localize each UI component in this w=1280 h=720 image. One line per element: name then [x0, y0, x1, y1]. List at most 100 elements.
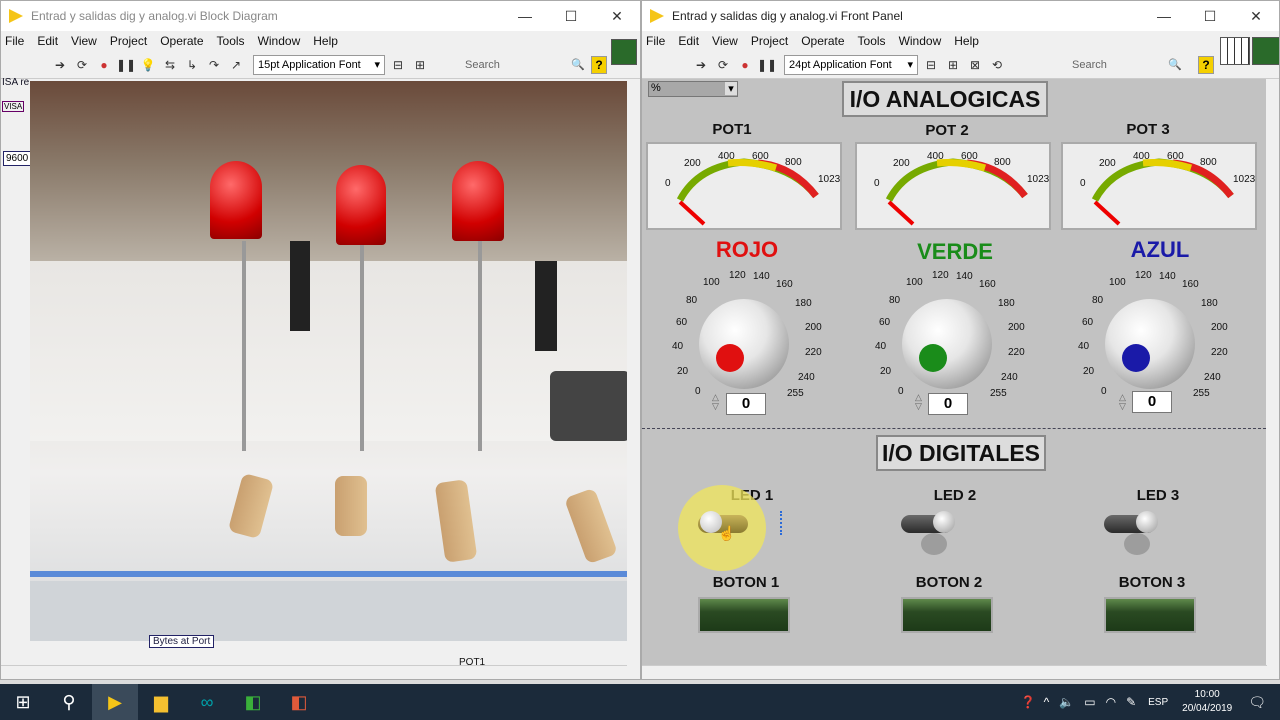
- search-box[interactable]: Search 🔍: [1072, 58, 1182, 72]
- search-icon[interactable]: ⚲: [46, 684, 92, 720]
- menu-tools[interactable]: Tools: [858, 34, 886, 48]
- knob-azul[interactable]: [1105, 299, 1195, 389]
- align-icon[interactable]: ⊟: [922, 56, 940, 74]
- menu-view[interactable]: View: [712, 34, 738, 48]
- camtasia-green-icon[interactable]: ◧: [230, 684, 276, 720]
- visa-terminal[interactable]: VISA: [2, 101, 25, 112]
- horizontal-scrollbar[interactable]: [1, 665, 627, 679]
- reorder-icon[interactable]: ⟲: [988, 56, 1006, 74]
- help-tray-icon[interactable]: ❓: [1021, 695, 1036, 709]
- menu-operate[interactable]: Operate: [160, 34, 203, 48]
- step-into-icon[interactable]: ↳: [183, 56, 201, 74]
- menu-view[interactable]: View: [71, 34, 97, 48]
- menu-file[interactable]: File: [646, 34, 665, 48]
- pen-icon[interactable]: ✎: [1126, 695, 1136, 709]
- resize-icon[interactable]: ⊠: [966, 56, 984, 74]
- gauge-pot2: 0 200 400 600 800 1023: [855, 142, 1051, 230]
- gauge-label-3: POT 3: [1126, 121, 1170, 138]
- arduino-icon[interactable]: ∞: [184, 684, 230, 720]
- volume-icon[interactable]: 🔈: [1059, 695, 1074, 709]
- notification-icon[interactable]: 🗨: [1248, 694, 1266, 711]
- title-bar[interactable]: Entrad y salidas dig y analog.vi Block D…: [1, 1, 640, 31]
- run-icon[interactable]: ➔: [692, 56, 710, 74]
- numeric-rojo[interactable]: 0: [726, 393, 766, 415]
- menu-project[interactable]: Project: [751, 34, 788, 48]
- close-icon[interactable]: ✕: [1233, 8, 1279, 25]
- numeric-verde[interactable]: 0: [928, 393, 968, 415]
- knob-tick: 0: [898, 386, 904, 397]
- menu-edit[interactable]: Edit: [37, 34, 58, 48]
- led-toggle-3[interactable]: [1104, 507, 1160, 555]
- bytes-at-port-label: Bytes at Port: [149, 635, 215, 648]
- font-select[interactable]: 15pt Application Font ▾: [253, 54, 385, 75]
- knob-tick: 160: [979, 279, 996, 290]
- knob-rojo[interactable]: [699, 299, 789, 389]
- camtasia-red-icon[interactable]: ◧: [276, 684, 322, 720]
- selection-handle[interactable]: [780, 511, 786, 535]
- distribute-icon[interactable]: ⊞: [944, 56, 962, 74]
- gauge-tick: 200: [1099, 158, 1116, 169]
- menu-help[interactable]: Help: [313, 34, 338, 48]
- step-over-icon[interactable]: ↷: [205, 56, 223, 74]
- vertical-scrollbar[interactable]: [1267, 81, 1279, 665]
- highlight-icon[interactable]: 💡: [139, 56, 157, 74]
- menu-help[interactable]: Help: [954, 34, 979, 48]
- vertical-scrollbar[interactable]: [627, 81, 640, 665]
- menu-file[interactable]: File: [5, 34, 24, 48]
- help-icon[interactable]: ?: [591, 55, 607, 74]
- file-explorer-icon[interactable]: ▆: [138, 684, 184, 720]
- knob-increment-1[interactable]: △ ▽: [712, 393, 719, 411]
- abort-icon[interactable]: ●: [736, 56, 754, 74]
- knob-verde[interactable]: [902, 299, 992, 389]
- run-icon[interactable]: ➔: [51, 56, 69, 74]
- menu-edit[interactable]: Edit: [678, 34, 699, 48]
- distribute-icon[interactable]: ⊞: [411, 56, 429, 74]
- horizontal-scrollbar[interactable]: [642, 665, 1267, 679]
- minimize-icon[interactable]: —: [1141, 8, 1187, 25]
- pause-icon[interactable]: ❚❚: [116, 56, 136, 74]
- menu-window[interactable]: Window: [258, 34, 301, 48]
- knob-tick: 0: [695, 386, 701, 397]
- toolbar: ➔ ⟳ ● ❚❚ 24pt Application Font ▾ ⊟ ⊞ ⊠ ⟲ …: [642, 51, 1279, 79]
- close-icon[interactable]: ✕: [594, 8, 640, 25]
- led-toggle-2[interactable]: [901, 507, 957, 555]
- search-box[interactable]: Search 🔍: [465, 58, 585, 72]
- run-continuous-icon[interactable]: ⟳: [73, 56, 91, 74]
- step-out-icon[interactable]: ↗: [227, 56, 245, 74]
- maximize-icon[interactable]: ☐: [1187, 8, 1233, 25]
- tray-expand-icon[interactable]: ^: [1044, 695, 1050, 709]
- language-indicator[interactable]: ESP: [1148, 697, 1168, 708]
- knob-tick: 240: [1204, 372, 1221, 383]
- pause-icon[interactable]: ❚❚: [757, 56, 777, 74]
- knob-label-azul: AZUL: [1130, 237, 1190, 262]
- title-bar[interactable]: Entrad y salidas dig y analog.vi Front P…: [642, 1, 1279, 31]
- maximize-icon[interactable]: ☐: [548, 8, 594, 25]
- camera-photo-breadboard: [30, 81, 640, 641]
- menu-operate[interactable]: Operate: [801, 34, 844, 48]
- menu-tools[interactable]: Tools: [217, 34, 245, 48]
- labview-taskbar-icon[interactable]: ▶: [92, 684, 138, 720]
- baud-constant[interactable]: 9600: [3, 151, 32, 166]
- knob-increment-2[interactable]: △ ▽: [915, 393, 922, 411]
- menu-window[interactable]: Window: [899, 34, 942, 48]
- sizer-select[interactable]: % ▾: [648, 81, 738, 97]
- menu-project[interactable]: Project: [110, 34, 147, 48]
- knob-tick: 180: [795, 298, 812, 309]
- knob-tick: 255: [787, 388, 804, 399]
- align-icon[interactable]: ⊟: [389, 56, 407, 74]
- minimize-icon[interactable]: —: [502, 8, 548, 25]
- boton-label-2: BOTON 2: [915, 574, 983, 591]
- power-icon[interactable]: ▭: [1084, 695, 1095, 709]
- retain-wire-icon[interactable]: ⇆: [161, 56, 179, 74]
- gauge-tick: 800: [785, 157, 802, 168]
- abort-icon[interactable]: ●: [95, 56, 113, 74]
- wifi-icon[interactable]: ◠: [1106, 695, 1116, 709]
- help-icon[interactable]: ?: [1198, 55, 1214, 74]
- clock[interactable]: 10:00 20/04/2019: [1182, 688, 1232, 716]
- windows-start-icon[interactable]: ⊞: [0, 684, 46, 720]
- numeric-azul[interactable]: 0: [1132, 391, 1172, 413]
- run-continuous-icon[interactable]: ⟳: [714, 56, 732, 74]
- knob-increment-3[interactable]: △ ▽: [1119, 393, 1126, 411]
- labview-icon: [650, 9, 666, 23]
- font-select[interactable]: 24pt Application Font ▾: [784, 54, 918, 75]
